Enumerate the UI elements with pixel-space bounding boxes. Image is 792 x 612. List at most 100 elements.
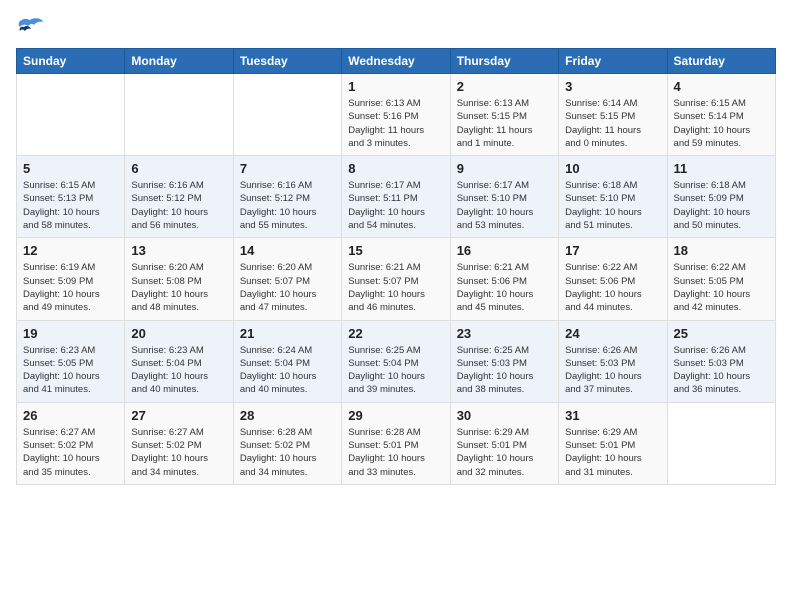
day-cell: 30Sunrise: 6:29 AM Sunset: 5:01 PM Dayli… [450, 402, 558, 484]
day-cell: 22 Sunrise: 6:25 AM Sunset: 5:04 PM Dayli… [342, 320, 450, 402]
weekday-header-saturday: Saturday [667, 49, 775, 74]
day-info: Sunrise: 6:23 AM Sunset: 5:04 PM Dayligh… [131, 344, 226, 397]
day-number: 14 [240, 243, 335, 258]
day-cell: 9Sunrise: 6:17 AM Sunset: 5:10 PM Daylig… [450, 156, 558, 238]
day-cell: 27 Sunrise: 6:27 AM Sunset: 5:02 PM Dayli… [125, 402, 233, 484]
week-row-1: 1Sunrise: 6:13 AM Sunset: 5:16 PM Daylig… [17, 74, 776, 156]
day-info: Sunrise: 6:27 AM Sunset: 5:02 PM Dayligh… [131, 426, 226, 479]
day-info: Sunrise: 6:18 AM Sunset: 5:09 PM Dayligh… [674, 179, 769, 232]
day-number: 1 [348, 79, 443, 94]
day-info: Sunrise: 6:25 AM Sunset: 5:03 PM Dayligh… [457, 344, 552, 397]
day-cell: 18 Sunrise: 6:22 AM Sunset: 5:05 PM Dayli… [667, 238, 775, 320]
day-cell: 25 Sunrise: 6:26 AM Sunset: 5:03 PM Dayli… [667, 320, 775, 402]
day-cell: 28 Sunrise: 6:28 AM Sunset: 5:02 PM Dayli… [233, 402, 341, 484]
day-info: Sunrise: 6:28 AM Sunset: 5:01 PM Dayligh… [348, 426, 443, 479]
day-cell: 2 Sunrise: 6:13 AM Sunset: 5:15 PM Daylig… [450, 74, 558, 156]
day-cell [667, 402, 775, 484]
day-cell: 1Sunrise: 6:13 AM Sunset: 5:16 PM Daylig… [342, 74, 450, 156]
day-info: Sunrise: 6:22 AM Sunset: 5:05 PM Dayligh… [674, 261, 769, 314]
day-cell: 11 Sunrise: 6:18 AM Sunset: 5:09 PM Dayli… [667, 156, 775, 238]
day-info: Sunrise: 6:18 AM Sunset: 5:10 PM Dayligh… [565, 179, 660, 232]
calendar-table: SundayMondayTuesdayWednesdayThursdayFrid… [16, 48, 776, 485]
day-info: Sunrise: 6:29 AM Sunset: 5:01 PM Dayligh… [565, 426, 660, 479]
day-info: Sunrise: 6:14 AM Sunset: 5:15 PM Dayligh… [565, 97, 660, 150]
day-number: 18 [674, 243, 769, 258]
day-cell: 7 Sunrise: 6:16 AM Sunset: 5:12 PM Daylig… [233, 156, 341, 238]
day-number: 12 [23, 243, 118, 258]
logo [16, 16, 48, 38]
day-number: 15 [348, 243, 443, 258]
weekday-header-sunday: Sunday [17, 49, 125, 74]
day-number: 20 [131, 326, 226, 341]
day-number: 19 [23, 326, 118, 341]
day-cell: 31 Sunrise: 6:29 AM Sunset: 5:01 PM Dayli… [559, 402, 667, 484]
day-info: Sunrise: 6:21 AM Sunset: 5:06 PM Dayligh… [457, 261, 552, 314]
day-cell [17, 74, 125, 156]
weekday-header-row: SundayMondayTuesdayWednesdayThursdayFrid… [17, 49, 776, 74]
day-cell: 21 Sunrise: 6:24 AM Sunset: 5:04 PM Dayli… [233, 320, 341, 402]
week-row-5: 26 Sunrise: 6:27 AM Sunset: 5:02 PM Dayli… [17, 402, 776, 484]
day-number: 28 [240, 408, 335, 423]
day-cell: 24Sunrise: 6:26 AM Sunset: 5:03 PM Dayli… [559, 320, 667, 402]
day-number: 22 [348, 326, 443, 341]
day-info: Sunrise: 6:20 AM Sunset: 5:08 PM Dayligh… [131, 261, 226, 314]
day-cell [125, 74, 233, 156]
logo-icon [16, 16, 44, 38]
day-number: 13 [131, 243, 226, 258]
day-info: Sunrise: 6:23 AM Sunset: 5:05 PM Dayligh… [23, 344, 118, 397]
day-cell: 19 Sunrise: 6:23 AM Sunset: 5:05 PM Dayli… [17, 320, 125, 402]
day-number: 29 [348, 408, 443, 423]
day-number: 3 [565, 79, 660, 94]
day-info: Sunrise: 6:25 AM Sunset: 5:04 PM Dayligh… [348, 344, 443, 397]
day-number: 11 [674, 161, 769, 176]
day-info: Sunrise: 6:15 AM Sunset: 5:14 PM Dayligh… [674, 97, 769, 150]
day-info: Sunrise: 6:17 AM Sunset: 5:11 PM Dayligh… [348, 179, 443, 232]
day-info: Sunrise: 6:27 AM Sunset: 5:02 PM Dayligh… [23, 426, 118, 479]
day-cell: 12 Sunrise: 6:19 AM Sunset: 5:09 PM Dayli… [17, 238, 125, 320]
day-cell: 10 Sunrise: 6:18 AM Sunset: 5:10 PM Dayli… [559, 156, 667, 238]
day-info: Sunrise: 6:20 AM Sunset: 5:07 PM Dayligh… [240, 261, 335, 314]
weekday-header-tuesday: Tuesday [233, 49, 341, 74]
day-number: 2 [457, 79, 552, 94]
weekday-header-monday: Monday [125, 49, 233, 74]
day-number: 16 [457, 243, 552, 258]
weekday-header-wednesday: Wednesday [342, 49, 450, 74]
day-cell: 14 Sunrise: 6:20 AM Sunset: 5:07 PM Dayli… [233, 238, 341, 320]
day-number: 9 [457, 161, 552, 176]
day-cell: 5 Sunrise: 6:15 AM Sunset: 5:13 PM Daylig… [17, 156, 125, 238]
day-cell: 26 Sunrise: 6:27 AM Sunset: 5:02 PM Dayli… [17, 402, 125, 484]
day-info: Sunrise: 6:16 AM Sunset: 5:12 PM Dayligh… [240, 179, 335, 232]
weekday-header-thursday: Thursday [450, 49, 558, 74]
day-number: 5 [23, 161, 118, 176]
day-info: Sunrise: 6:15 AM Sunset: 5:13 PM Dayligh… [23, 179, 118, 232]
day-number: 25 [674, 326, 769, 341]
day-number: 4 [674, 79, 769, 94]
day-number: 10 [565, 161, 660, 176]
day-number: 27 [131, 408, 226, 423]
day-cell: 8Sunrise: 6:17 AM Sunset: 5:11 PM Daylig… [342, 156, 450, 238]
day-number: 7 [240, 161, 335, 176]
day-number: 21 [240, 326, 335, 341]
day-number: 17 [565, 243, 660, 258]
day-info: Sunrise: 6:26 AM Sunset: 5:03 PM Dayligh… [565, 344, 660, 397]
day-info: Sunrise: 6:19 AM Sunset: 5:09 PM Dayligh… [23, 261, 118, 314]
day-info: Sunrise: 6:13 AM Sunset: 5:15 PM Dayligh… [457, 97, 552, 150]
day-number: 23 [457, 326, 552, 341]
day-cell: 6Sunrise: 6:16 AM Sunset: 5:12 PM Daylig… [125, 156, 233, 238]
week-row-2: 5 Sunrise: 6:15 AM Sunset: 5:13 PM Daylig… [17, 156, 776, 238]
day-info: Sunrise: 6:28 AM Sunset: 5:02 PM Dayligh… [240, 426, 335, 479]
day-info: Sunrise: 6:26 AM Sunset: 5:03 PM Dayligh… [674, 344, 769, 397]
week-row-4: 19 Sunrise: 6:23 AM Sunset: 5:05 PM Dayli… [17, 320, 776, 402]
day-cell: 4 Sunrise: 6:15 AM Sunset: 5:14 PM Daylig… [667, 74, 775, 156]
day-cell: 13 Sunrise: 6:20 AM Sunset: 5:08 PM Dayli… [125, 238, 233, 320]
day-cell: 23 Sunrise: 6:25 AM Sunset: 5:03 PM Dayli… [450, 320, 558, 402]
day-number: 26 [23, 408, 118, 423]
day-info: Sunrise: 6:22 AM Sunset: 5:06 PM Dayligh… [565, 261, 660, 314]
day-cell: 29 Sunrise: 6:28 AM Sunset: 5:01 PM Dayli… [342, 402, 450, 484]
page-header [16, 16, 776, 38]
day-info: Sunrise: 6:24 AM Sunset: 5:04 PM Dayligh… [240, 344, 335, 397]
day-info: Sunrise: 6:21 AM Sunset: 5:07 PM Dayligh… [348, 261, 443, 314]
day-number: 31 [565, 408, 660, 423]
day-number: 6 [131, 161, 226, 176]
day-cell: 17 Sunrise: 6:22 AM Sunset: 5:06 PM Dayli… [559, 238, 667, 320]
